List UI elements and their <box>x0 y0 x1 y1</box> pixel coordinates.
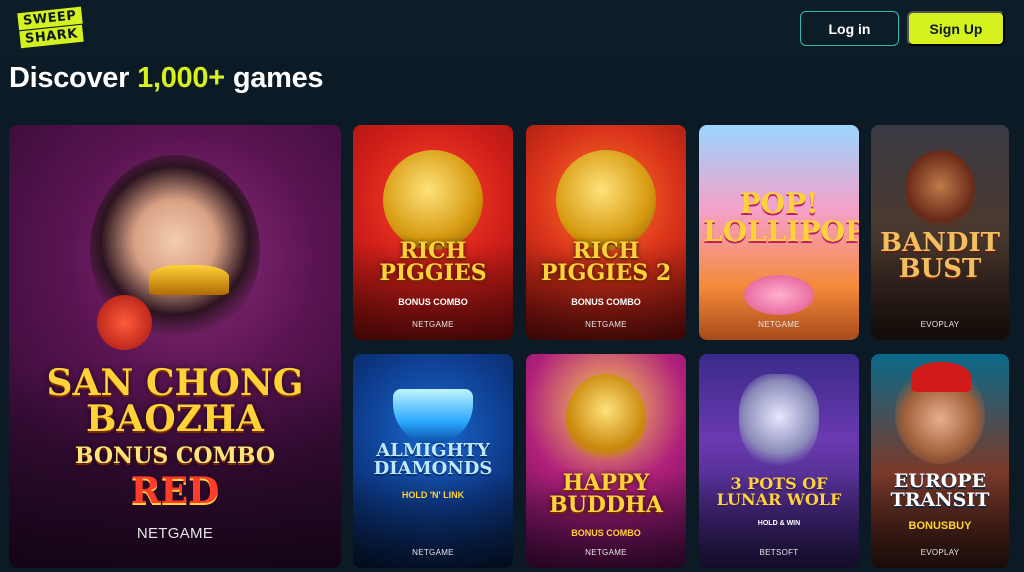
buddha-emblem <box>566 374 646 464</box>
golden-pig-emblem <box>556 150 656 250</box>
game-title: POP! LOLLIPOP <box>703 187 859 248</box>
sweep-shark-logo[interactable]: SWEEP SHARK <box>16 6 96 50</box>
game-title: ALMIGHTY DIAMONDS <box>373 440 493 479</box>
game-title: HAPPY BUDDHA <box>549 470 663 518</box>
game-tile-3-pots-of-lunar-wolf[interactable]: 3 POTS OF LUNAR WOLF HOLD & WIN BETSOFT <box>699 354 859 568</box>
golden-pig-emblem <box>383 150 483 250</box>
game-tile-rich-piggies-2[interactable]: RICH PIGGIES 2 BONUS COMBO NETGAME <box>526 125 686 340</box>
provider-label: NETGAME <box>758 320 800 329</box>
lollipop-emblem <box>744 275 814 315</box>
red-flower-ornament <box>97 295 152 350</box>
game-tile-bandit-bust[interactable]: BANDIT BUST EVOPLAY <box>871 125 1009 340</box>
signup-button[interactable]: Sign Up <box>907 11 1005 46</box>
game-title: BANDIT BUST <box>880 228 1000 284</box>
game-tile-pop-lollipop[interactable]: POP! LOLLIPOP NETGAME <box>699 125 859 340</box>
provider-label: NETGAME <box>585 320 627 329</box>
game-tile-happy-buddha[interactable]: HAPPY BUDDHA BONUS COMBO NETGAME <box>526 354 686 568</box>
page-title: Discover 1,000+ games <box>9 62 324 102</box>
game-subtitle: HOLD & WIN <box>757 520 801 527</box>
cowboy-bandit-emblem <box>905 150 975 230</box>
headline-suffix: games <box>232 62 324 94</box>
headline-prefix: Discover <box>9 62 130 94</box>
provider-label: EVOPLAY <box>920 548 960 557</box>
game-variant: RED <box>130 470 220 512</box>
game-title: 3 POTS OF LUNAR WOLF <box>716 474 842 509</box>
game-title: SAN CHONG BAOZHA <box>46 362 304 440</box>
game-title: RICH PIGGIES <box>379 238 487 286</box>
red-cap-icon <box>911 362 971 392</box>
game-tile-featured[interactable]: SAN CHONG BAOZHA BONUS COMBO RED NETGAME <box>9 125 341 568</box>
game-subtitle: HOLD 'N' LINK <box>401 490 465 500</box>
wolf-emblem <box>739 374 819 469</box>
provider-label: NETGAME <box>585 548 627 557</box>
game-subtitle: BONUS COMBO <box>571 528 641 538</box>
game-subtitle: BONUSBUY <box>908 520 972 532</box>
provider-label: NETGAME <box>412 320 454 329</box>
provider-label: NETGAME <box>412 548 454 557</box>
game-tile-almighty-diamonds[interactable]: ALMIGHTY DIAMONDS HOLD 'N' LINK NETGAME <box>353 354 513 568</box>
top-bar: SWEEP SHARK Log in Sign Up <box>0 0 1024 58</box>
provider-label: EVOPLAY <box>920 320 960 329</box>
login-button[interactable]: Log in <box>800 11 899 46</box>
headline-count: 1,000+ <box>137 62 225 94</box>
provider-label: BETSOFT <box>759 548 799 557</box>
game-title: RICH PIGGIES 2 <box>540 238 672 286</box>
game-tile-europe-transit[interactable]: EUROPE TRANSIT BONUSBUY EVOPLAY <box>871 354 1009 568</box>
provider-label: NETGAME <box>136 525 214 542</box>
game-title: EUROPE TRANSIT <box>890 470 990 511</box>
game-subtitle: BONUS COMBO <box>571 297 641 307</box>
crown-ornament <box>149 265 229 295</box>
game-tile-rich-piggies[interactable]: RICH PIGGIES BONUS COMBO NETGAME <box>353 125 513 340</box>
game-subtitle: BONUS COMBO <box>398 297 468 307</box>
game-subtitle: BONUS COMBO <box>74 443 276 469</box>
